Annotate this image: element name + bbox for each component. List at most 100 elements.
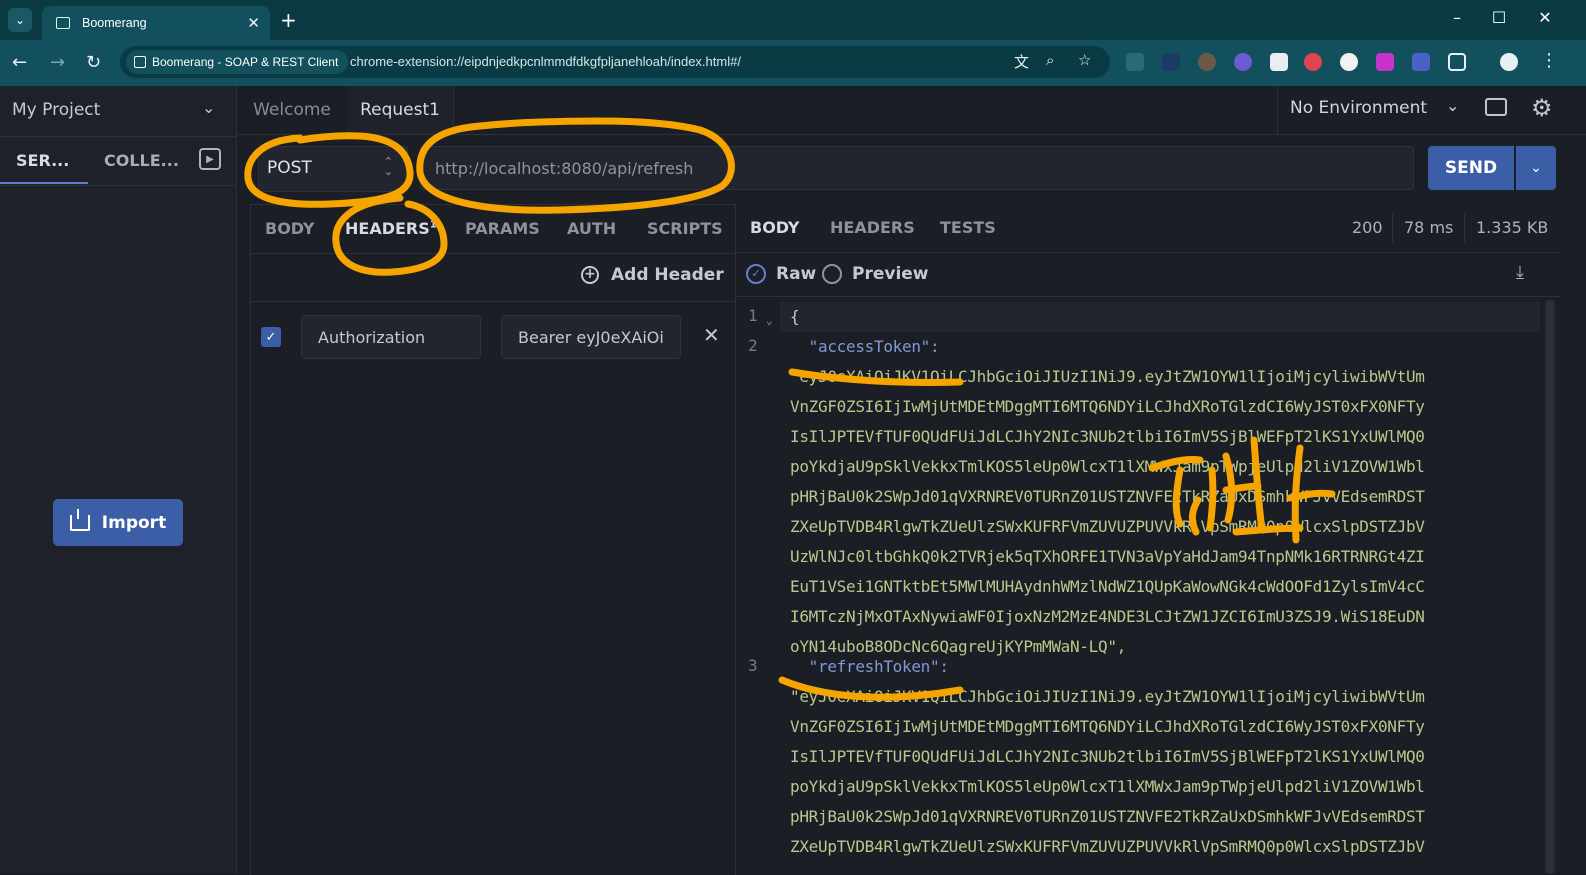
tab-response-tests[interactable]: TESTS	[940, 218, 996, 237]
delete-header-icon[interactable]: ✕	[703, 323, 720, 347]
extension-window-icon[interactable]	[1270, 53, 1288, 71]
code-scrollbar[interactable]	[1544, 300, 1556, 874]
zoom-icon[interactable]: ⌕	[1046, 51, 1054, 69]
divider	[1392, 214, 1393, 242]
code-string-line: IsIlJPTEVfTUF0QUdFUiJdLCJhY2NIc3NUb2tlbi…	[790, 427, 1425, 446]
reload-icon[interactable]: ↻	[86, 52, 101, 73]
extension-c-icon[interactable]	[1126, 53, 1144, 71]
boomerang-favicon-icon	[56, 17, 70, 29]
preview-label[interactable]: Preview	[852, 264, 929, 284]
code-string-line: "eyJ0eXAiOiJKV1QiLCJhbGciOiJIUzI1NiJ9.ey…	[790, 687, 1425, 706]
request-section-tabs: BODY HEADERS1 PARAMS AUTH SCRIPTS	[251, 205, 735, 254]
browser-toolbar: ← → ↻ Boomerang - SOAP & REST Client chr…	[0, 40, 1586, 86]
code-string-line: poYkdjaU9pSklVekkxTmlKOS5leUp0WlcxT1lXMW…	[790, 457, 1425, 476]
tab-response-body[interactable]: BODY	[750, 218, 800, 237]
divider	[736, 296, 1560, 297]
current-line-highlight	[780, 302, 1540, 332]
import-icon	[69, 508, 90, 531]
response-size: 1.335 KB	[1476, 218, 1549, 237]
minimize-button[interactable]: –	[1442, 8, 1472, 27]
browser-tab[interactable]: Boomerang ✕	[42, 6, 270, 40]
tab-request-params[interactable]: PARAMS	[465, 219, 540, 238]
active-tab-indicator	[0, 182, 88, 184]
download-icon[interactable]: ⤓	[1516, 262, 1524, 283]
back-arrow-icon[interactable]: ←	[12, 52, 27, 73]
extension-icon	[134, 56, 146, 68]
method-value: POST	[267, 158, 312, 178]
extension-gear-icon[interactable]	[1234, 53, 1252, 71]
extensions-puzzle-icon[interactable]	[1448, 53, 1466, 71]
extension-check-icon[interactable]	[1162, 53, 1180, 71]
code-string-line: ZXeUpTVDB4RlgwTkZUeUlzSWxKUFRFVmZUVUZPUV…	[790, 837, 1425, 856]
code-key-refresh-token: "refreshToken":	[790, 657, 949, 676]
profile-avatar-icon[interactable]	[1500, 53, 1518, 71]
tab-collections[interactable]: COLLE...	[104, 151, 179, 170]
extension-red-icon[interactable]	[1304, 53, 1322, 71]
close-window-button[interactable]: ✕	[1530, 8, 1560, 27]
code-string-line: VnZGF0ZSI6IjIwMjUtMDEtMDggMTI6MTQ6NDYiLC…	[790, 397, 1425, 416]
browser-menu-icon[interactable]: ⋮	[1540, 50, 1558, 71]
code-string-line: "eyJ0eXAiOiJKV1QiLCJhbGciOiJIUzI1NiJ9.ey…	[790, 367, 1425, 386]
header-enabled-checkbox[interactable]: ✓	[261, 327, 281, 347]
extension-avatar-icon[interactable]	[1198, 53, 1216, 71]
code-string-line: ZXeUpTVDB4RlgwTkZUeUlzSWxKUFRFVmZUVUZPUV…	[790, 517, 1425, 536]
tab-request-headers-label: HEADERS	[345, 219, 430, 238]
tab-search-button[interactable]: ⌄	[8, 8, 32, 32]
response-time: 78 ms	[1404, 218, 1454, 237]
chat-icon[interactable]	[1485, 98, 1507, 116]
extension-arrow-icon[interactable]	[1340, 53, 1358, 71]
address-bar[interactable]: Boomerang - SOAP & REST Client chrome-ex…	[120, 46, 1110, 78]
tab-request-scripts[interactable]: SCRIPTS	[647, 219, 723, 238]
raw-radio[interactable]: ✓	[746, 264, 766, 284]
extension-flag-icon[interactable]	[1412, 53, 1430, 71]
tab-response-headers[interactable]: HEADERS	[830, 218, 915, 237]
send-options-chevron-icon[interactable]: ⌄	[1516, 146, 1556, 190]
chevron-down-icon[interactable]: ⌄	[202, 98, 215, 117]
divider	[1464, 214, 1465, 242]
environment-selector[interactable]: No Environment ⌄	[1277, 86, 1478, 134]
divider	[251, 301, 735, 302]
tab-services[interactable]: SER...	[16, 151, 69, 170]
forward-arrow-icon[interactable]: →	[50, 52, 65, 73]
scrollbar-thumb[interactable]	[1546, 300, 1554, 874]
site-chip-label: Boomerang - SOAP & REST Client	[152, 55, 339, 69]
line-number: 2	[748, 336, 758, 355]
extension-s-icon[interactable]	[1376, 53, 1394, 71]
play-icon[interactable]: ▶	[199, 148, 221, 170]
gear-icon[interactable]: ⚙	[1531, 94, 1553, 122]
code-open-brace: {	[790, 307, 800, 326]
tab-title: Boomerang	[82, 16, 147, 30]
sidebar: My Project ⌄ SER... COLLE... ▶ Import	[0, 86, 237, 874]
code-string-line: pHRjBaU0k2SWpJd01qVXRNREV0TURnZ01USTZNVF…	[790, 487, 1425, 506]
header-value-input[interactable]	[501, 315, 681, 359]
tab-request-headers[interactable]: HEADERS1	[345, 219, 437, 238]
address-url[interactable]: chrome-extension://eipdnjedkpcnlmmdfdkgf…	[350, 54, 741, 69]
method-select[interactable]: POST ⌃ ⌄	[258, 146, 408, 192]
tab-request1[interactable]: Request1	[347, 86, 454, 134]
translate-icon[interactable]: 文	[1014, 51, 1029, 72]
bookmark-star-icon[interactable]: ☆	[1078, 51, 1091, 69]
send-button[interactable]: SEND	[1428, 146, 1514, 190]
add-header-label: Add Header	[611, 265, 724, 285]
tab-request-body[interactable]: BODY	[265, 219, 315, 238]
tab-request-auth[interactable]: AUTH	[567, 219, 616, 238]
code-string-line: pHRjBaU0k2SWpJd01qVXRNREV0TURnZ01USTZNVF…	[790, 807, 1425, 826]
raw-label[interactable]: Raw	[776, 264, 816, 284]
project-selector[interactable]: My Project	[12, 100, 100, 120]
fold-chevron-icon[interactable]: ⌄	[766, 314, 773, 327]
code-string-line: I6MTczNjMxOTAxNywiaWF0IjoxNzM2MzE4NDE3LC…	[790, 607, 1425, 626]
maximize-button[interactable]: ☐	[1484, 8, 1514, 27]
tab-welcome[interactable]: Welcome	[237, 86, 348, 134]
preview-radio[interactable]	[822, 264, 842, 284]
headers-count-badge: 1	[429, 219, 437, 231]
response-code-viewer[interactable]: 1 ⌄ 2 3 { "accessToken": "eyJ0eXAiOiJKV1…	[736, 300, 1540, 874]
tab-close-icon[interactable]: ✕	[247, 14, 260, 32]
add-header-button[interactable]: + Add Header	[581, 265, 724, 285]
url-input[interactable]	[420, 146, 1414, 190]
header-key-input[interactable]	[301, 315, 481, 359]
response-panel: BODY HEADERS TESTS 200 78 ms 1.335 KB ✓ …	[736, 204, 1560, 874]
response-section-tabs: BODY HEADERS TESTS 200 78 ms 1.335 KB	[736, 204, 1560, 253]
site-info-chip[interactable]: Boomerang - SOAP & REST Client	[126, 50, 349, 74]
new-tab-button[interactable]: +	[280, 8, 297, 32]
import-button[interactable]: Import	[53, 499, 183, 546]
